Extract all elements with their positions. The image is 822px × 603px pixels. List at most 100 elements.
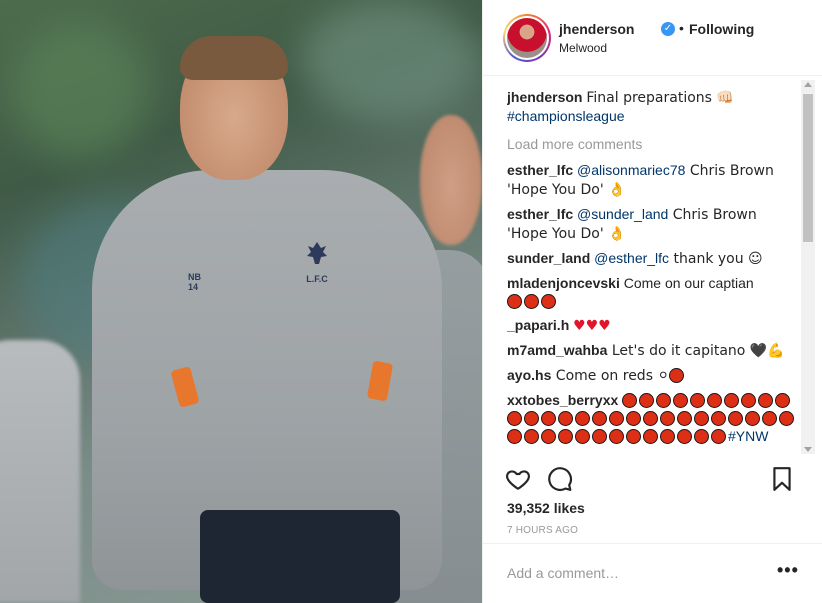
red-circle-emoji xyxy=(609,411,624,426)
scroll-up-arrow-icon[interactable] xyxy=(804,82,812,87)
comment-text: Let's do it capitano 🖤💪 xyxy=(607,343,785,359)
post-timestamp[interactable]: 7 HOURS AGO xyxy=(507,525,578,536)
speech-bubble-icon[interactable] xyxy=(547,466,573,492)
header-separator: • xyxy=(679,20,684,36)
add-comment-bar: ••• xyxy=(483,543,822,603)
comment-username[interactable]: esther_lfc xyxy=(507,162,573,178)
following-button[interactable]: Following xyxy=(689,21,754,37)
photo-player-right-head xyxy=(420,115,482,245)
avatar[interactable] xyxy=(503,14,551,62)
red-circle-emoji xyxy=(622,393,638,408)
liverbird-icon xyxy=(307,242,327,264)
comment-username[interactable]: _papari.h xyxy=(507,317,569,333)
heart-outline-icon[interactable] xyxy=(505,466,531,492)
more-options-button[interactable]: ••• xyxy=(777,560,799,581)
red-circle-emoji xyxy=(660,411,675,426)
comment-username[interactable]: m7amd_wahba xyxy=(507,342,607,358)
comment-username[interactable]: esther_lfc xyxy=(507,206,573,222)
post-side-panel: jhenderson ✓ • Following Melwood jhender… xyxy=(482,0,822,603)
add-comment-input[interactable] xyxy=(507,563,757,583)
red-circle-emoji xyxy=(507,429,522,444)
scroll-down-arrow-icon[interactable] xyxy=(804,447,812,452)
comment-username[interactable]: xxtobes_berryxx xyxy=(507,392,618,408)
red-circle-emoji xyxy=(643,429,658,444)
post-photo[interactable]: NB 14 L.F.C xyxy=(0,0,482,603)
avatar-border xyxy=(505,16,549,60)
heart-emoji-group: ♥♥♥ xyxy=(573,318,611,334)
comment-username[interactable]: mladenjoncevski xyxy=(507,275,620,291)
red-circle-emoji xyxy=(609,429,624,444)
red-circle-emoji xyxy=(507,411,522,426)
likes-count[interactable]: 39,352 likes xyxy=(507,500,585,516)
red-circle-emoji xyxy=(677,411,692,426)
comment-item: esther_lfc @alisonmariec78 Chris Brown '… xyxy=(507,161,799,199)
comments-scrollbar[interactable] xyxy=(801,80,815,454)
comment-mention[interactable]: @alisonmariec78 xyxy=(577,162,685,178)
post-actions xyxy=(483,458,822,498)
comment-item: mladenjoncevski Come on our captian xyxy=(507,274,799,310)
red-circle-emoji xyxy=(558,429,573,444)
post-header: jhenderson ✓ • Following Melwood xyxy=(483,0,822,76)
comment-mention[interactable]: @esther_lfc xyxy=(594,250,669,266)
red-circle-emoji xyxy=(639,393,655,408)
red-circle-emoji xyxy=(758,393,774,408)
red-circle-emoji xyxy=(541,294,556,309)
post-location[interactable]: Melwood xyxy=(559,41,607,55)
red-circle-emoji xyxy=(575,429,590,444)
photo-player-shorts xyxy=(200,510,400,603)
red-circle-emoji xyxy=(711,411,726,426)
photo-player-left xyxy=(0,340,80,603)
red-circle-emoji xyxy=(745,411,760,426)
comment-hashtag[interactable]: #YNW xyxy=(728,428,768,444)
caption-text: Final preparations 👊🏻 xyxy=(586,90,734,106)
photo-bokeh xyxy=(300,0,480,120)
red-circle-emoji xyxy=(690,393,706,408)
red-circle-emoji xyxy=(524,411,539,426)
caption-username[interactable]: jhenderson xyxy=(507,89,582,105)
red-circle-emoji xyxy=(626,411,641,426)
red-circle-emoji xyxy=(541,411,556,426)
red-circle-emoji xyxy=(660,429,675,444)
comment-username[interactable]: ayo.hs xyxy=(507,367,551,383)
red-circle-emoji xyxy=(558,411,573,426)
red-circle-emoji xyxy=(762,411,777,426)
comments-list[interactable]: jhenderson Final preparations 👊🏻 #champi… xyxy=(507,88,799,454)
comment-item: esther_lfc @sunder_land Chris Brown 'Hop… xyxy=(507,205,799,243)
caption-hashtag[interactable]: #championsleague xyxy=(507,108,625,124)
comment-mention[interactable]: @sunder_land xyxy=(577,206,668,222)
red-circle-emoji xyxy=(592,411,607,426)
red-circle-emoji-group xyxy=(669,367,686,383)
red-circle-emoji xyxy=(779,411,794,426)
red-circle-emoji xyxy=(643,411,658,426)
red-circle-emoji xyxy=(694,429,709,444)
red-circle-emoji xyxy=(669,368,685,383)
red-circle-emoji xyxy=(656,393,672,408)
red-circle-emoji xyxy=(524,429,539,444)
comment-item: xxtobes_berryxx #YNW xyxy=(507,391,799,445)
red-circle-emoji xyxy=(728,411,743,426)
load-more-comments-button[interactable]: Load more comments xyxy=(507,135,799,153)
red-circle-emoji xyxy=(711,429,726,444)
red-circle-emoji xyxy=(541,429,556,444)
caption: jhenderson Final preparations 👊🏻 #champi… xyxy=(507,88,799,125)
red-circle-emoji xyxy=(724,393,740,408)
photo-shirt-number: 14 xyxy=(188,282,199,292)
red-circle-emoji xyxy=(524,294,539,309)
scrollbar-thumb[interactable] xyxy=(803,94,813,242)
post-username[interactable]: jhenderson xyxy=(559,21,634,37)
red-circle-emoji xyxy=(775,393,791,408)
comment-text: Come on our captian xyxy=(619,275,754,291)
photo-player-main-hair xyxy=(180,36,288,80)
photo-sponsor-text: NB xyxy=(188,272,201,282)
comment-text: thank you ☺ xyxy=(669,251,763,267)
red-circle-emoji xyxy=(694,411,709,426)
photo-crest-text: L.F.C xyxy=(306,274,328,284)
avatar-image xyxy=(507,18,547,58)
comment-item: ayo.hs Come on reds ⚪ xyxy=(507,366,799,385)
comment-username[interactable]: sunder_land xyxy=(507,250,590,266)
red-circle-emoji-group xyxy=(507,293,558,309)
bookmark-icon[interactable] xyxy=(769,466,795,492)
red-circle-emoji xyxy=(626,429,641,444)
red-circle-emoji xyxy=(507,294,522,309)
comment-item: sunder_land @esther_lfc thank you ☺ xyxy=(507,249,799,268)
